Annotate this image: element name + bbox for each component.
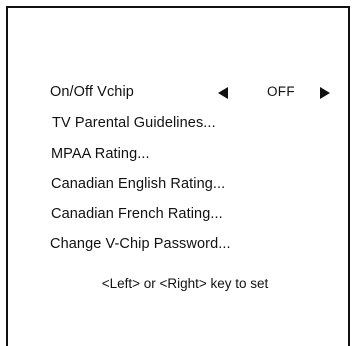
vchip-value-selector[interactable]: OFF — [218, 84, 340, 102]
menu-item-mpaa-rating[interactable]: MPAA Rating... — [51, 146, 150, 162]
key-hint: <Left> or <Right> key to set — [0, 276, 356, 291]
key-hint-text: <Left> or <Right> key to set — [101, 276, 269, 291]
left-arrow-icon[interactable] — [218, 87, 228, 99]
menu-item-canadian-french-rating[interactable]: Canadian French Rating... — [51, 206, 223, 222]
menu-item-tv-parental-guidelines[interactable]: TV Parental Guidelines... — [52, 115, 216, 131]
menu-item-change-vchip-password[interactable]: Change V-Chip Password... — [50, 236, 231, 252]
vchip-value: OFF — [267, 84, 295, 99]
menu-item-on-off-vchip[interactable]: On/Off Vchip — [50, 84, 134, 100]
right-arrow-icon[interactable] — [320, 87, 330, 99]
menu-item-canadian-english-rating[interactable]: Canadian English Rating... — [51, 176, 225, 192]
